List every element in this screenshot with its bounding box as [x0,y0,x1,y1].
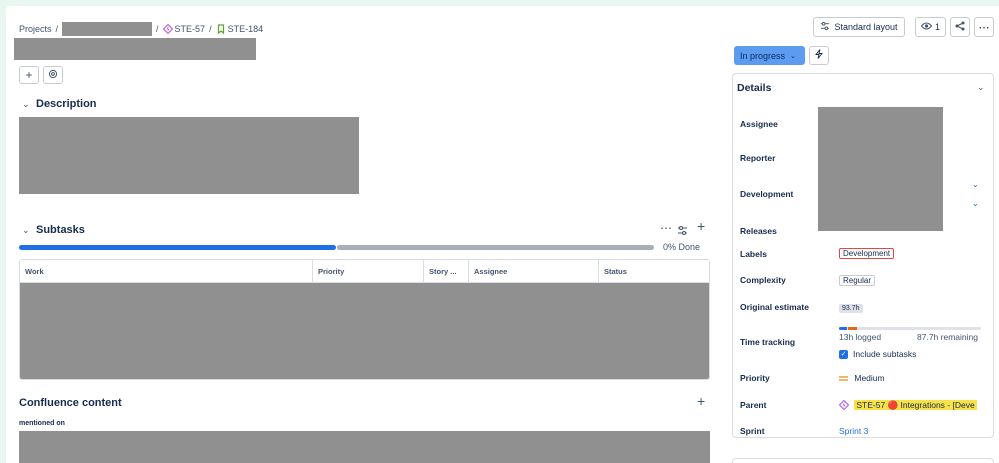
parent-label: Parent [740,400,767,410]
breadcrumb-epic[interactable]: STE-57 [175,24,206,34]
time-tracking-label: Time tracking [740,337,796,347]
column-status[interactable]: Status [599,260,709,283]
column-priority[interactable]: Priority [313,260,424,283]
breadcrumb-projects[interactable]: Projects [19,24,52,34]
assignee-label: Assignee [740,119,778,129]
releases-label: Releases [740,226,777,236]
complexity-value[interactable]: Regular [839,275,876,286]
epic-icon [839,400,850,412]
watch-button[interactable]: 1 [915,17,946,37]
share-icon [955,21,965,33]
apps-button[interactable] [43,66,63,84]
column-assignee[interactable]: Assignee [469,260,599,283]
breadcrumb-project-redacted[interactable] [62,22,153,36]
priority-label: Priority [740,373,770,383]
layout-button[interactable]: Standard layout [813,17,905,37]
automation-button[interactable] [809,46,829,65]
more-icon: ⋯ [978,21,990,34]
subtasks-progress-segment [19,245,336,250]
bolt-icon [815,49,823,62]
add-subtask-icon[interactable]: + [697,218,705,234]
plus-icon: + [25,68,33,82]
description-content-redacted[interactable] [19,117,359,194]
breadcrumb-story[interactable]: STE-184 [228,24,264,34]
sprint-label: Sprint [740,426,765,436]
priority-text: Medium [854,373,885,383]
labels-label: Labels [740,249,767,259]
include-subtasks-label[interactable]: Include subtasks [853,349,916,359]
priority-medium-icon [839,374,848,384]
breadcrumb-separator: / [156,24,159,34]
sliders-icon[interactable] [677,223,688,241]
sliders-icon [820,21,830,33]
watchers-count: 1 [934,22,940,32]
epic-icon [162,23,173,35]
complexity-tag: Regular [839,275,876,286]
time-tracking-bar[interactable] [839,327,981,330]
more-icon[interactable]: ⋯ [660,221,672,235]
reporter-label: Reporter [740,153,776,163]
subtasks-progress-text: 0% Done [663,242,701,252]
time-logged-fill [839,327,847,330]
layout-button-label: Standard layout [834,22,898,32]
original-estimate-value[interactable]: 93.7h [839,302,863,313]
breadcrumb-separator: / [209,24,212,34]
subtasks-progress-segment [337,245,654,250]
estimate-badge: 93.7h [839,304,863,313]
bookmark-icon [216,24,226,35]
status-dropdown[interactable]: In progress ⌄ [734,46,805,65]
details-title[interactable]: Details [737,82,771,94]
labels-value[interactable]: Development [839,248,895,259]
status-label: In progress [740,50,786,61]
add-button[interactable]: + [19,66,39,84]
more-fields-panel [732,458,994,463]
sprint-link[interactable]: Sprint 3 [839,426,868,436]
add-confluence-icon[interactable]: + [697,393,705,409]
confluence-content-redacted[interactable] [19,431,710,463]
original-estimate-label: Original estimate [740,302,809,312]
more-actions-button[interactable]: ⋯ [974,17,994,37]
share-button[interactable] [950,17,970,37]
parent-value[interactable]: STE-57 🔴 Integrations - [Deve [839,400,982,412]
time-logged-text: 13h logged [839,332,882,342]
subtasks-table: Work Priority Story ... Assignee Status [19,259,710,380]
column-story-points[interactable]: Story ... [424,260,469,283]
parent-link[interactable]: STE-57 🔴 Integrations - [Deve [854,400,977,411]
people-values-redacted[interactable] [818,107,943,231]
apps-icon [48,68,58,82]
issue-title-redacted[interactable] [14,38,256,60]
breadcrumb-separator: / [55,24,59,34]
subtasks-title: Subtasks [36,224,85,236]
table-header: Work Priority Story ... Assignee Status [20,260,709,283]
mentioned-on-label: mentioned on [19,420,65,427]
chevron-down-icon[interactable]: ⌄ [972,180,979,189]
description-title: Description [36,98,97,110]
development-label: Development [740,189,794,199]
include-subtasks-checkbox[interactable]: ✓ [839,350,848,359]
priority-value[interactable]: Medium [839,373,885,384]
complexity-label: Complexity [740,275,786,285]
confluence-title: Confluence content [19,397,122,409]
time-logged-fill-orange [848,327,857,330]
description-collapse-icon[interactable]: ⌄ [22,99,30,110]
details-collapse-icon[interactable]: ⌄ [977,82,985,93]
issue-page: Projects / / STE-57 / STE-184 + ⌄ Descri… [6,6,999,463]
label-tag[interactable]: Development [839,248,895,259]
subtasks-collapse-icon[interactable]: ⌄ [22,225,30,236]
chevron-down-icon[interactable]: ⌄ [972,199,979,208]
subtasks-rows-redacted[interactable] [20,283,709,379]
time-remaining-text: 87.7h remaining [917,332,978,342]
column-work[interactable]: Work [20,260,313,283]
chevron-down-icon: ⌄ [790,52,796,60]
eye-icon [920,22,933,32]
breadcrumb: Projects / / STE-57 / STE-184 [19,22,263,36]
